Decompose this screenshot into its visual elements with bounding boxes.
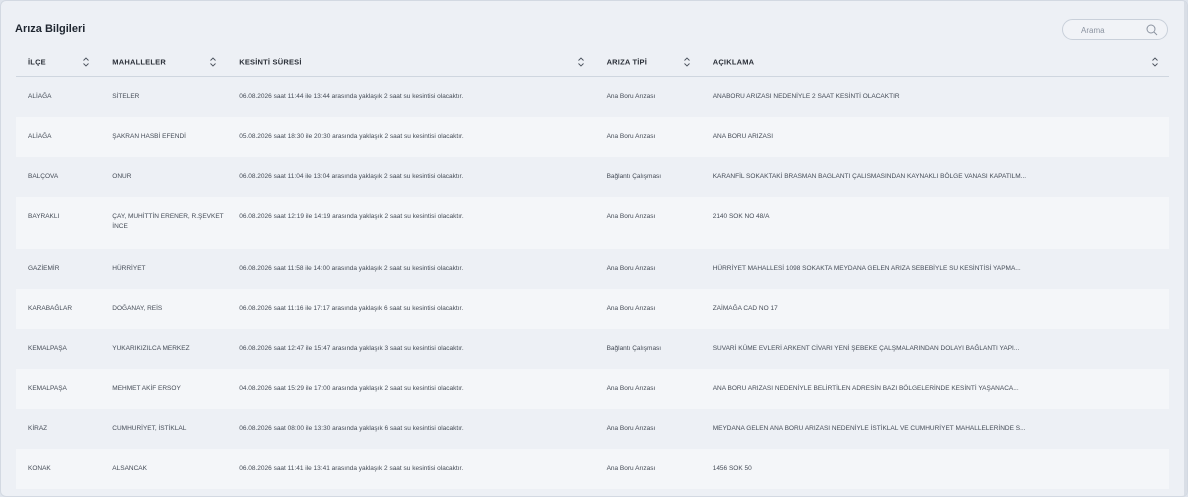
column-header-fault-type[interactable]: ARIZA TİPİ xyxy=(594,48,701,77)
cell-outage-duration: 06.08.2026 saat 12:47 ile 15:47 arasında… xyxy=(239,344,464,352)
cell-neighborhoods: ŞAKRAN HASBİ EFENDİ xyxy=(112,132,186,140)
cell-district: KEMALPAŞA xyxy=(28,344,67,352)
cell-neighborhoods: ONUR xyxy=(112,172,132,180)
cell-district: BAYRAKLI xyxy=(28,212,60,220)
cell-outage-duration: 06.08.2026 saat 12:19 ile 14:19 arasında… xyxy=(239,212,464,220)
fault-info-panel: Arıza Bilgileri İLÇE MAHALLELER KE xyxy=(0,0,1188,497)
table-row[interactable]: KONAK ALSANCAK 06.08.2026 saat 11:41 ile… xyxy=(16,448,1169,489)
column-header-label: KESİNTİ SÜRESİ xyxy=(239,57,302,67)
cell-description: ANA BORU ARIZASI NEDENİYLE BELİRTİLEN AD… xyxy=(712,384,1019,392)
cell-description: ZAİMAĞA CAD NO 17 xyxy=(712,304,778,312)
cell-fault-type: Bağlantı Çalışması xyxy=(606,172,662,180)
cell-fault-type: Ana Boru Arızası xyxy=(606,93,656,100)
cell-fault-type: Ana Boru Arızası xyxy=(606,212,656,220)
cell-neighborhoods: DOĞANAY, REİS xyxy=(112,304,163,312)
column-header-label: MAHALLELER xyxy=(112,57,166,67)
table-row[interactable]: GAZİEMİR HÜRRİYET 06.08.2026 saat 11:58 … xyxy=(16,248,1169,289)
cell-outage-duration: 06.08.2026 saat 11:41 ile 13:41 arasında… xyxy=(239,464,464,472)
cell-outage-duration: 06.08.2026 saat 08:00 ile 13:30 arasında… xyxy=(239,424,464,432)
search-box[interactable] xyxy=(1062,19,1168,40)
cell-description: ANA BORU ARIZASI xyxy=(712,132,774,140)
cell-district: KONAK xyxy=(28,464,51,472)
cell-outage-duration: 06.08.2026 saat 11:04 ile 13:04 arasında… xyxy=(239,172,464,180)
sort-icon[interactable] xyxy=(577,56,585,68)
cell-neighborhoods: CUMHURİYET, İSTİKLAL xyxy=(112,424,187,432)
column-header-label: AÇIKLAMA xyxy=(712,57,755,67)
search-icon[interactable] xyxy=(1145,23,1159,37)
cell-district: GAZİEMİR xyxy=(28,264,60,272)
cell-description: HÜRRİYET MAHALLESİ 1098 SOKAKTA MEYDANA … xyxy=(712,264,1021,272)
column-header-label: ARIZA TİPİ xyxy=(606,57,648,67)
table-row[interactable]: ALİAĞA SİTELER 06.08.2026 saat 11:44 ile… xyxy=(16,76,1169,117)
column-header-outage-duration[interactable]: KESİNTİ SÜRESİ xyxy=(227,48,595,77)
cell-fault-type: Ana Boru Arızası xyxy=(606,424,656,432)
sort-icon[interactable] xyxy=(82,56,90,68)
fault-table: İLÇE MAHALLELER KESİNTİ SÜRESİ ARIZA TİP… xyxy=(16,48,1169,489)
cell-outage-duration: 06.08.2026 saat 11:16 ile 17:17 arasında… xyxy=(239,304,464,312)
cell-neighborhoods: YUKARIKIZILCA MERKEZ xyxy=(112,344,190,352)
cell-fault-type: Ana Boru Arızası xyxy=(606,384,656,392)
cell-description: SUVARİ KÜME EVLERİ ARKENT CİVARI YENİ ŞE… xyxy=(712,344,1020,352)
cell-outage-duration: 06.08.2026 saat 11:58 ile 14:00 arasında… xyxy=(239,264,464,272)
column-header-neighborhoods[interactable]: MAHALLELER xyxy=(100,48,228,77)
column-header-label: İLÇE xyxy=(28,57,46,67)
table-header-row: İLÇE MAHALLELER KESİNTİ SÜRESİ ARIZA TİP… xyxy=(16,48,1169,77)
cell-district: ALİAĞA xyxy=(28,93,52,100)
table-row[interactable]: BAYRAKLI ÇAY, MUHİTTİN ERENER, R.ŞEVKET … xyxy=(16,196,1169,249)
cell-description: ANABORU ARIZASI NEDENİYLE 2 SAAT KESİNTİ… xyxy=(712,93,900,100)
cell-description: 1456 SOK 50 xyxy=(712,464,752,472)
cell-outage-duration: 05.08.2026 saat 18:30 ile 20:30 arasında… xyxy=(239,132,464,140)
cell-outage-duration: 04.08.2026 saat 15:29 ile 17:00 arasında… xyxy=(239,384,464,392)
table-row[interactable]: BALÇOVA ONUR 06.08.2026 saat 11:04 ile 1… xyxy=(16,156,1169,197)
cell-neighborhoods: ALSANCAK xyxy=(112,464,147,472)
cell-district: KEMALPAŞA xyxy=(28,384,67,392)
cell-outage-duration: 06.08.2026 saat 11:44 ile 13:44 arasında… xyxy=(239,93,464,100)
sort-icon[interactable] xyxy=(1151,56,1159,68)
cell-fault-type: Ana Boru Arızası xyxy=(606,304,656,312)
panel-title: Arıza Bilgileri xyxy=(15,23,86,35)
column-header-description[interactable]: AÇIKLAMA xyxy=(700,48,1169,77)
cell-description: KARANFİL SOKAKTAKİ BRASMAN BAGLANTI ÇALI… xyxy=(712,172,1027,180)
cell-description: MEYDANA GELEN ANA BORU ARIZASI NEDENİYLE… xyxy=(712,424,1026,432)
cell-district: KİRAZ xyxy=(28,424,48,432)
cell-district: ALİAĞA xyxy=(28,132,52,140)
table-row[interactable]: KARABAĞLAR DOĞANAY, REİS 06.08.2026 saat… xyxy=(16,288,1169,329)
cell-district: BALÇOVA xyxy=(28,172,59,180)
cell-fault-type: Ana Boru Arızası xyxy=(606,464,656,472)
table-row[interactable]: KEMALPAŞA MEHMET AKİF ERSOY 04.08.2026 s… xyxy=(16,368,1169,409)
table-row[interactable]: KİRAZ CUMHURİYET, İSTİKLAL 06.08.2026 sa… xyxy=(16,408,1169,449)
cell-neighborhoods: ÇAY, MUHİTTİN ERENER, R.ŞEVKET İNCE xyxy=(112,212,224,230)
search-input[interactable] xyxy=(1081,23,1141,37)
table-row[interactable]: ALİAĞA ŞAKRAN HASBİ EFENDİ 05.08.2026 sa… xyxy=(16,116,1169,157)
cell-neighborhoods: SİTELER xyxy=(112,93,140,100)
vertical-scrollbar[interactable] xyxy=(1184,1,1187,496)
cell-neighborhoods: HÜRRİYET xyxy=(112,264,146,272)
cell-neighborhoods: MEHMET AKİF ERSOY xyxy=(112,384,181,392)
cell-fault-type: Ana Boru Arızası xyxy=(606,132,656,140)
sort-icon[interactable] xyxy=(683,56,691,68)
cell-fault-type: Ana Boru Arızası xyxy=(606,264,656,272)
column-header-district[interactable]: İLÇE xyxy=(16,48,101,77)
table-row[interactable]: KEMALPAŞA YUKARIKIZILCA MERKEZ 06.08.202… xyxy=(16,328,1169,369)
sort-icon[interactable] xyxy=(209,56,217,68)
cell-description: 2140 SOK NO 48/A xyxy=(712,212,770,220)
cell-district: KARABAĞLAR xyxy=(28,304,73,312)
cell-fault-type: Bağlantı Çalışması xyxy=(606,344,662,352)
